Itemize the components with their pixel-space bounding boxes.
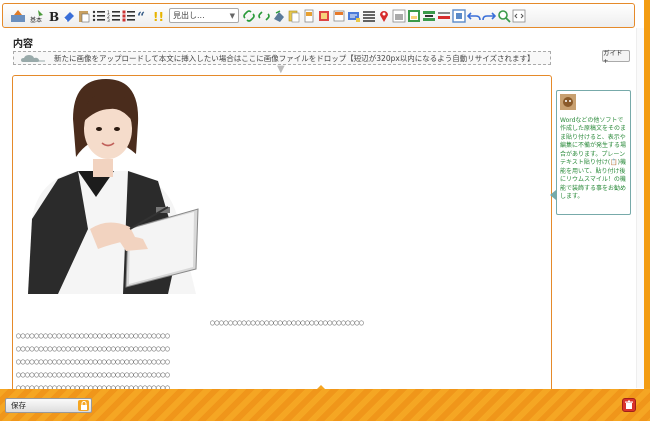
inserted-photo[interactable] [18, 79, 200, 294]
undo-icon[interactable] [467, 9, 481, 23]
cloud-upload-icon [21, 55, 45, 62]
mascot-icon [560, 94, 576, 110]
frame-icon[interactable] [452, 8, 466, 23]
upload-image-icon[interactable] [9, 9, 27, 23]
card-icon[interactable] [332, 9, 346, 23]
hr-icon[interactable] [422, 9, 436, 23]
guide-button[interactable]: ガイド + [602, 49, 630, 65]
clone-icon[interactable] [272, 9, 286, 23]
image-drop-zone[interactable]: 新たに画像をアップロードして本文に挿入したい場合はここに画像ファイルをドロップ【… [13, 51, 551, 65]
svg-text:基本: 基本 [30, 16, 42, 23]
book-icon[interactable] [317, 9, 331, 23]
text-block-icon[interactable] [362, 9, 376, 23]
news-icon[interactable] [347, 9, 361, 23]
eraser-icon[interactable] [62, 9, 76, 23]
text-line: ○○○○○○○○○○○○○○○○○○○○○○○○○○○○○○○○○○ [16, 344, 170, 353]
heading-select-value: 見出し... [173, 11, 205, 20]
text-line: ○○○○○○○○○○○○○○○○○○○○○○○○○○○○○○○○○○ [210, 318, 364, 327]
red-line-icon[interactable] [437, 9, 451, 23]
svg-text:3: 3 [107, 18, 110, 23]
editor-toolbar: 基本 B 123 “ !! 見出し... ▼ [2, 3, 635, 28]
quote-icon[interactable]: “ [137, 9, 151, 23]
content-section-label: 内容 [13, 39, 33, 50]
exclamation-icon[interactable]: !! [152, 9, 166, 23]
trash-icon [625, 400, 633, 409]
text-line: ○○○○○○○○○○○○○○○○○○○○○○○○○○○○○○○○○○ [16, 357, 170, 366]
svg-text:!!: !! [153, 10, 164, 23]
checklist-icon[interactable] [122, 9, 136, 23]
save-button-label: 保存 [11, 401, 26, 410]
copy-icon[interactable] [287, 9, 301, 23]
scrollbar[interactable] [636, 28, 644, 388]
link-icon[interactable] [242, 9, 256, 23]
plain-text-tip: Wordなどの他ソフトで作成した原稿文をそのまま貼り付けると、表示や編集に不備が… [556, 90, 631, 215]
paste-icon[interactable] [77, 9, 91, 23]
bold-icon[interactable]: B [47, 9, 61, 23]
content-editor[interactable]: ○○○○○○○○○○○○○○○○○○○○○○○○○○○○○○○○○○ ○○○○○… [12, 75, 552, 393]
heading-select[interactable]: 見出し... ▼ [169, 8, 239, 23]
svg-text:B: B [49, 10, 59, 23]
source-icon[interactable] [512, 9, 526, 23]
page-icon[interactable] [302, 9, 316, 23]
bottom-action-bar [0, 389, 650, 421]
search-icon[interactable] [497, 9, 511, 23]
text-line: ○○○○○○○○○○○○○○○○○○○○○○○○○○○○○○○○○○ [16, 370, 170, 379]
editor-body-text[interactable]: ○○○○○○○○○○○○○○○○○○○○○○○○○○○○○○○○○○ ○○○○○… [16, 316, 551, 392]
upload-hint-text: 新たに画像をアップロードして本文に挿入したい場合はここに画像ファイルをドロップ【… [54, 53, 535, 63]
unlink-icon[interactable] [257, 9, 271, 23]
save-button[interactable]: 保存 [5, 398, 92, 413]
delete-button[interactable] [622, 398, 636, 412]
redo-icon[interactable] [482, 9, 496, 23]
chevron-down-icon: ▼ [277, 64, 285, 75]
svg-text:“: “ [137, 10, 145, 23]
bullet-list-icon[interactable] [92, 9, 106, 23]
table-icon[interactable] [407, 9, 421, 23]
numbered-list-icon[interactable]: 123 [107, 9, 121, 23]
map-pin-icon[interactable] [377, 9, 391, 23]
image-icon[interactable] [392, 9, 406, 23]
lock-icon [78, 400, 89, 411]
text-line: ○○○○○○○○○○○○○○○○○○○○○○○○○○○○○○○○○○ [16, 331, 170, 340]
chevron-down-icon: ▼ [229, 11, 235, 20]
basic-icon[interactable]: 基本 [28, 9, 46, 23]
right-accent-border [644, 0, 650, 421]
tip-text: Wordなどの他ソフトで作成した原稿文をそのまま貼り付けると、表示や編集に不備が… [560, 116, 627, 201]
